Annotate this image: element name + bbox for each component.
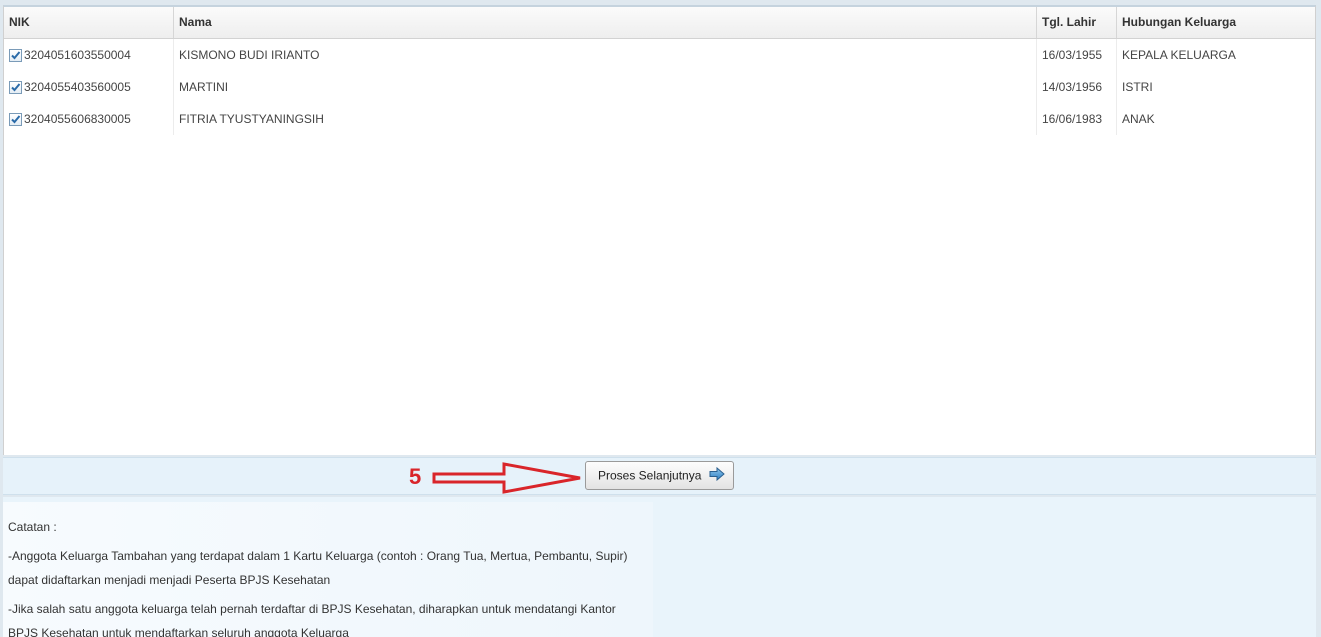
table-row[interactable]: 3204051603550004 KISMONO BUDI IRIANTO 16…	[4, 39, 1315, 71]
column-header-tgl-lahir[interactable]: Tgl. Lahir	[1037, 7, 1117, 38]
grid-body: 3204051603550004 KISMONO BUDI IRIANTO 16…	[4, 39, 1315, 135]
proses-selanjutnya-button[interactable]: Proses Selanjutnya	[585, 461, 734, 490]
notes-line: -Jika salah satu anggota keluarga telah …	[8, 602, 616, 616]
step-number-annotation: 5	[409, 464, 422, 489]
notes-title: Catatan :	[8, 520, 57, 534]
checkmark-icon	[11, 51, 21, 60]
notes-line: BPJS Kesehatan untuk mendaftarkan seluru…	[8, 626, 349, 637]
checkmark-icon	[11, 83, 21, 92]
nik-value: 3204055606830005	[24, 112, 131, 126]
cell-nama: FITRIA TYUSTYANINGSIH	[174, 103, 1037, 135]
notes-section: Catatan : -Anggota Keluarga Tambahan yan…	[3, 497, 1316, 637]
cell-nama: KISMONO BUDI IRIANTO	[174, 39, 1037, 71]
cell-nik: 3204055403560005	[4, 71, 174, 103]
notes-line: dapat didaftarkan menjadi menjadi Pesert…	[8, 573, 331, 587]
column-header-hubungan-keluarga[interactable]: Hubungan Keluarga	[1117, 7, 1315, 38]
page-root: NIK Nama Tgl. Lahir Hubungan Keluarga 32…	[0, 0, 1321, 637]
column-header-nik[interactable]: NIK	[4, 7, 174, 38]
table-row[interactable]: 3204055606830005 FITRIA TYUSTYANINGSIH 1…	[4, 103, 1315, 135]
grid-header: NIK Nama Tgl. Lahir Hubungan Keluarga	[4, 7, 1315, 39]
cell-tgl-lahir: 16/03/1955	[1037, 39, 1117, 71]
cell-hubungan: ANAK	[1122, 112, 1155, 126]
column-header-nama[interactable]: Nama	[174, 7, 1037, 38]
notes-box: Catatan : -Anggota Keluarga Tambahan yan…	[3, 502, 653, 637]
nik-value: 3204051603550004	[24, 48, 131, 62]
cell-hubungan: KEPALA KELUARGA	[1122, 48, 1236, 62]
arrow-right-icon	[709, 466, 725, 484]
annotation-arrow-icon	[432, 462, 581, 494]
cell-nik: 3204055606830005	[4, 103, 174, 135]
family-members-grid: NIK Nama Tgl. Lahir Hubungan Keluarga 32…	[3, 5, 1316, 455]
cell-nama: MARTINI	[174, 71, 1037, 103]
cell-nik: 3204051603550004	[4, 39, 174, 71]
cell-tgl-lahir: 16/06/1983	[1037, 103, 1117, 135]
checkmark-icon	[11, 115, 21, 124]
proceed-button-label: Proses Selanjutnya	[598, 468, 702, 483]
row-checkbox[interactable]	[9, 49, 22, 62]
nik-value: 3204055403560005	[24, 80, 131, 94]
cell-tgl-lahir: 14/03/1956	[1037, 71, 1117, 103]
notes-line: -Anggota Keluarga Tambahan yang terdapat…	[8, 549, 628, 563]
row-checkbox[interactable]	[9, 113, 22, 126]
table-row[interactable]: 3204055403560005 MARTINI 14/03/1956 ISTR…	[4, 71, 1315, 103]
cell-hubungan: ISTRI	[1122, 80, 1153, 94]
row-checkbox[interactable]	[9, 81, 22, 94]
